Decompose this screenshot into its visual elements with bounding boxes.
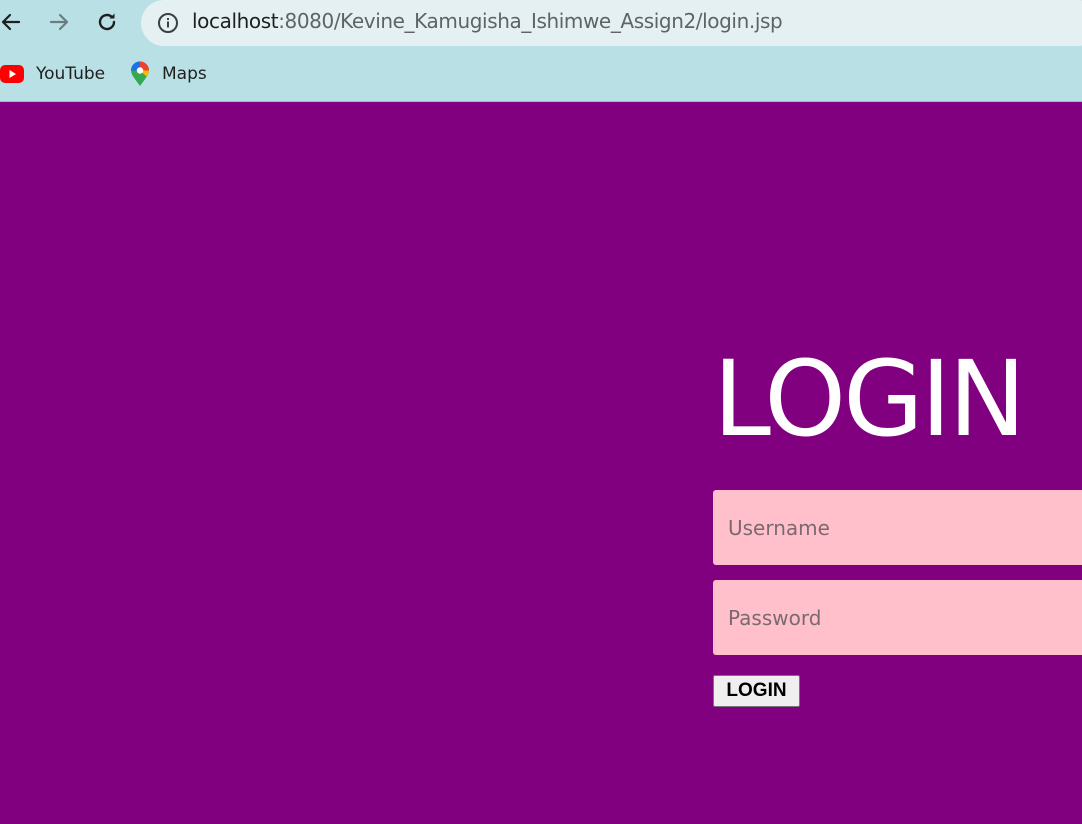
back-arrow-icon <box>1 13 21 31</box>
username-input[interactable] <box>713 490 1082 565</box>
youtube-icon <box>0 65 24 83</box>
reload-button[interactable] <box>90 5 124 39</box>
bookmark-label: Maps <box>162 64 207 84</box>
url-text[interactable]: localhost:8080/Kevine_Kamugisha_Ishimwe_… <box>192 9 783 33</box>
password-input[interactable] <box>713 580 1082 655</box>
toolbar-divider <box>0 101 1082 102</box>
page-title: LOGIN <box>713 338 1026 460</box>
bookmark-youtube[interactable]: YouTube <box>0 60 105 88</box>
url-path: :8080/Kevine_Kamugisha_Ishimwe_Assign2/l… <box>278 9 783 33</box>
bookmark-maps[interactable]: Maps <box>130 60 207 88</box>
url-host: localhost <box>192 9 279 33</box>
browser-toolbar: localhost:8080/Kevine_Kamugisha_Ishimwe_… <box>0 0 1082 102</box>
address-bar[interactable]: localhost:8080/Kevine_Kamugisha_Ishimwe_… <box>141 0 1082 46</box>
reload-icon <box>98 13 116 31</box>
forward-button[interactable] <box>42 5 76 39</box>
login-button[interactable]: LOGIN <box>713 675 800 707</box>
back-button[interactable] <box>0 5 28 39</box>
bookmark-label: YouTube <box>36 64 106 84</box>
maps-pin-icon <box>131 61 149 86</box>
info-icon[interactable] <box>157 12 179 34</box>
forward-arrow-icon <box>49 13 69 31</box>
